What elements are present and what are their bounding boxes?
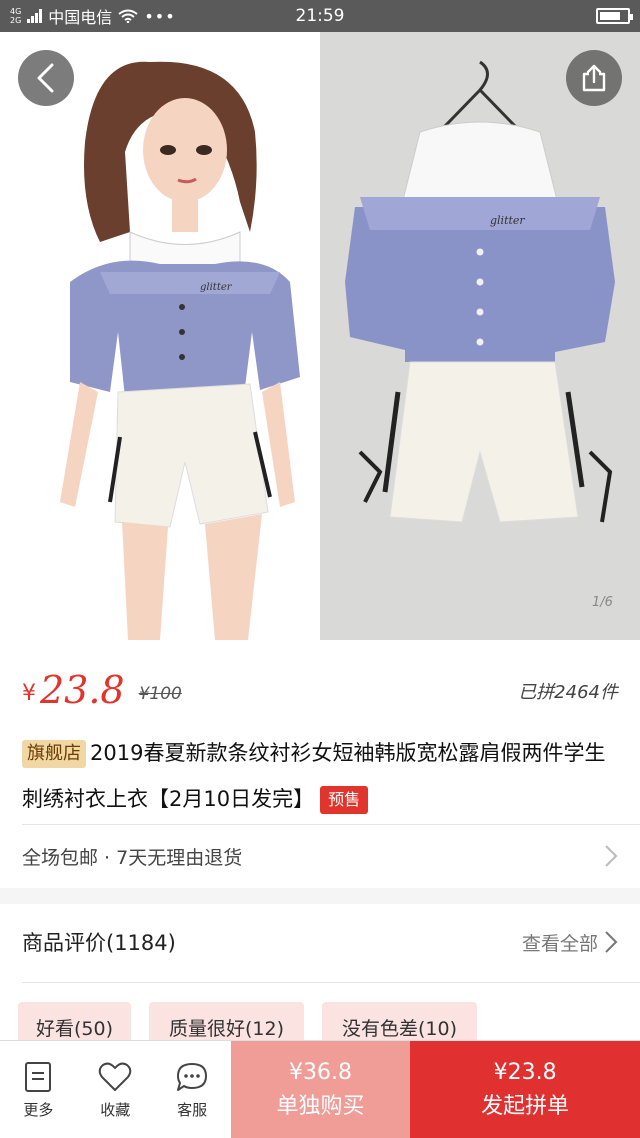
more-dots: •••: [144, 6, 176, 26]
buy-alone-label: 单独购买: [276, 1093, 365, 1119]
service-promises-row[interactable]: 全场包邮 · 7天无理由退货: [22, 840, 618, 872]
customer-service-button[interactable]: 客服: [154, 1041, 231, 1138]
carrier-name: 中国电信: [48, 8, 113, 27]
original-price: ¥100: [138, 684, 182, 704]
flagship-store-tag: 旗舰店: [22, 740, 86, 768]
presale-tag: 预售: [320, 786, 369, 814]
chevron-right-icon: [605, 845, 618, 867]
favorite-label: 收藏: [100, 1101, 131, 1119]
favorite-button[interactable]: 收藏: [77, 1041, 154, 1138]
back-button[interactable]: [18, 50, 74, 106]
product-image-gallery[interactable]: glitter glitter 1/6: [0, 32, 640, 640]
battery-icon: [596, 8, 633, 24]
sold-count: 已拼2464件: [518, 682, 618, 703]
illustration-image: glitter: [0, 32, 320, 640]
group-buy-price: ¥23.8: [493, 1059, 557, 1085]
start-group-buy-button[interactable]: ¥23.8 发起拼单: [410, 1041, 640, 1138]
fashion-illustration: glitter: [60, 61, 300, 640]
network-2g: 2G: [10, 16, 22, 25]
chevron-right-icon: [605, 931, 618, 953]
battery-fill: [600, 12, 620, 20]
buy-alone-price: ¥36.8: [288, 1059, 352, 1085]
price-row: ¥ 23.8 ¥100 已拼2464件: [22, 662, 618, 712]
network-4g: 4G: [10, 7, 22, 16]
reviews-title: 商品评价(1184): [22, 931, 176, 955]
share-icon: [582, 64, 606, 92]
customer-service-label: 客服: [177, 1101, 208, 1119]
signal-icon: [27, 9, 43, 23]
more-button[interactable]: 更多: [0, 1041, 77, 1138]
svg-text:glitter: glitter: [490, 214, 525, 227]
share-button[interactable]: [566, 50, 622, 106]
buy-alone-button[interactable]: ¥36.8 单独购买: [230, 1041, 411, 1138]
status-left: 4G 2G 中国电信 •••: [10, 4, 176, 28]
reviews-header[interactable]: 商品评价(1184) 查看全部: [22, 924, 618, 960]
chat-bubble-icon: [177, 1063, 208, 1091]
currency-symbol: ¥: [22, 681, 36, 706]
group-buy-label: 发起拼单: [481, 1093, 570, 1119]
bottom-action-bar: 更多 收藏 客服 ¥36.8 单独购买 ¥23.8 发起拼单: [0, 1040, 640, 1138]
page-indicator: 1/6: [592, 595, 613, 610]
current-price: 23.8: [40, 668, 125, 712]
wifi-icon: [118, 9, 138, 23]
product-info-section: ¥ 23.8 ¥100 已拼2464件 旗舰店 2019春夏新款条纹衬衫女短袖韩版…: [0, 640, 640, 888]
more-label: 更多: [23, 1101, 54, 1119]
product-photo: glitter 1/6: [345, 60, 615, 610]
divider: [22, 982, 640, 983]
divider: [22, 824, 640, 825]
status-bar: 4G 2G 中国电信 ••• 21:59: [0, 0, 640, 32]
network-type: 4G 2G: [10, 7, 21, 25]
svg-text:glitter: glitter: [200, 282, 233, 293]
document-list-icon: [25, 1062, 52, 1092]
photo-image: glitter 1/6: [320, 32, 640, 640]
product-title: 旗舰店 2019春夏新款条纹衬衫女短袖韩版宽松露肩假两件学生刺绣衬衣上衣【2月10…: [22, 730, 622, 822]
product-title-text: 2019春夏新款条纹衬衫女短袖韩版宽松露肩假两件学生刺绣衬衣上衣【2月10日发完…: [22, 741, 606, 811]
chevron-left-icon: [37, 63, 54, 93]
service-promises-text: 全场包邮 · 7天无理由退货: [22, 846, 243, 869]
view-all-reviews-link[interactable]: 查看全部: [522, 929, 598, 956]
heart-icon: [99, 1062, 132, 1091]
